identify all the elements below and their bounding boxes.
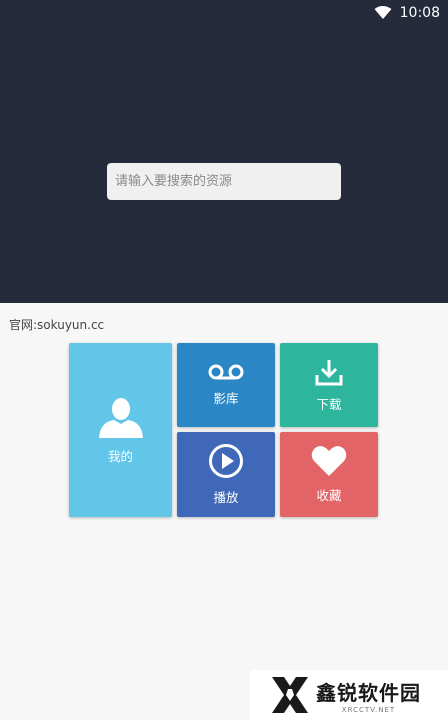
status-time: 10:08: [399, 5, 440, 21]
watermark-logo-icon: [272, 677, 308, 713]
watermark-title: 鑫锐软件园: [316, 680, 421, 705]
tile-mine[interactable]: 我的: [69, 343, 172, 517]
tile-play[interactable]: 播放: [177, 432, 275, 517]
watermark: 鑫锐软件园 XRCCTV.NET: [250, 670, 448, 720]
play-circle-icon: [209, 444, 243, 478]
tile-download-label: 下载: [316, 396, 342, 412]
tile-favorite-label: 收藏: [316, 488, 342, 503]
voicemail-icon: [208, 364, 244, 379]
tile-favorite[interactable]: 收藏: [280, 432, 378, 517]
tile-mine-label: 我的: [107, 448, 133, 464]
tile-play-label: 播放: [213, 490, 239, 505]
wifi-icon: [374, 6, 392, 19]
site-label: 官网:sokuyun.cc: [9, 318, 105, 332]
download-icon: [315, 359, 343, 385]
tile-download[interactable]: 下载: [280, 343, 378, 427]
search-input[interactable]: [107, 163, 341, 200]
tile-library-label: 影库: [213, 390, 239, 406]
person-icon: [98, 397, 143, 438]
status-bar: 10:08: [374, 4, 440, 22]
tile-library[interactable]: 影库: [177, 343, 275, 427]
heart-icon: [311, 446, 347, 476]
header-area: 10:08: [0, 0, 448, 303]
watermark-url: XRCCTV.NET: [341, 705, 396, 714]
